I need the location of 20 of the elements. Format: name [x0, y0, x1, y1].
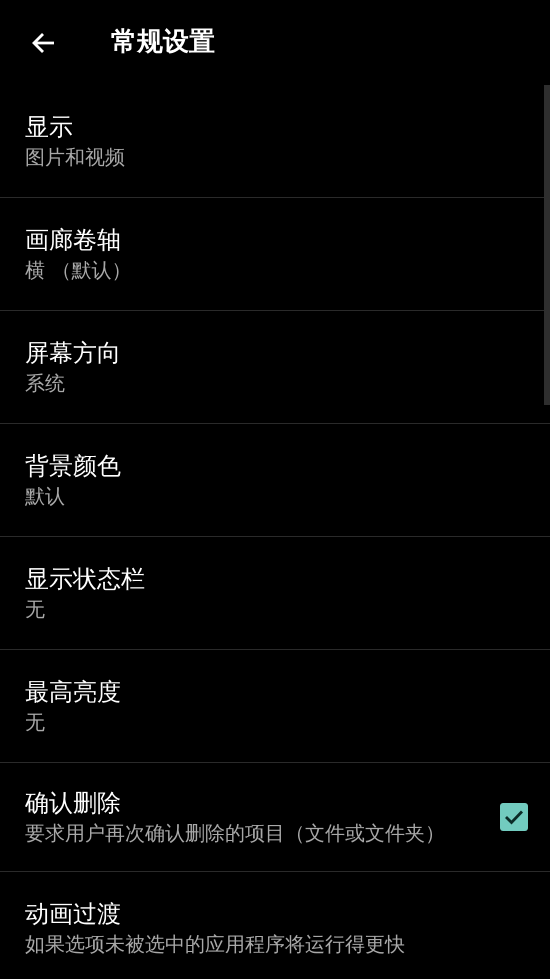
setting-description: 无 — [25, 709, 46, 736]
checkmark-icon — [504, 809, 524, 825]
setting-description: 横 （默认） — [25, 257, 132, 284]
setting-description: 系统 — [25, 370, 66, 397]
setting-title: 动画过渡 — [25, 899, 122, 930]
back-arrow-icon — [30, 30, 56, 54]
setting-description: 无 — [25, 596, 46, 623]
setting-title: 屏幕方向 — [25, 338, 122, 369]
setting-title: 确认删除 — [25, 788, 122, 819]
setting-title: 显示状态栏 — [25, 564, 146, 595]
setting-description: 如果选项未被选中的应用程序将运行得更快 — [25, 931, 406, 958]
page-title: 常规设置 — [111, 26, 215, 59]
setting-description: 图片和视频 — [25, 144, 126, 171]
setting-title: 最高亮度 — [25, 677, 122, 708]
checkbox[interactable] — [500, 803, 528, 831]
setting-title: 显示 — [25, 112, 74, 143]
setting-title: 背景颜色 — [25, 451, 122, 482]
setting-description: 要求用户再次确认删除的项目（文件或文件夹） — [25, 820, 445, 847]
setting-description: 默认 — [25, 483, 66, 510]
setting-title: 画廊卷轴 — [25, 225, 122, 256]
